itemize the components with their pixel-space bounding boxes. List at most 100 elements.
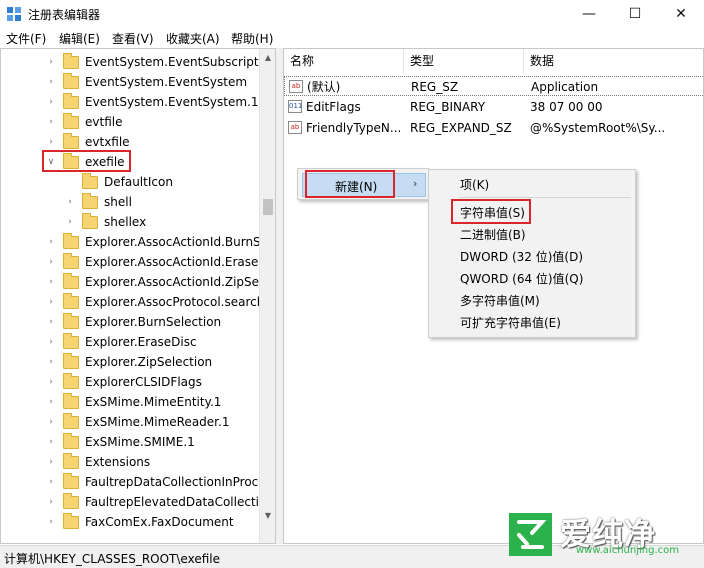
scroll-up-icon[interactable]: ▲ [263, 53, 273, 63]
tree-item-label: ExSMime.MimeEntity.1 [85, 395, 222, 409]
chevron-right-icon[interactable]: › [45, 137, 57, 147]
tree-scrollbar[interactable]: ▲ ▼ [259, 49, 275, 543]
tree-item[interactable]: › EventSystem.EventSystem [45, 72, 247, 92]
column-header-data[interactable]: 数据 [524, 49, 703, 73]
tree-item[interactable]: › Explorer.BurnSelection [45, 312, 221, 332]
tree-item-label: shell [104, 195, 132, 209]
registry-tree[interactable]: › EventSystem.EventSubscriptio › EventSyste… [0, 48, 276, 544]
menu-favorites[interactable]: 收藏夹(A) [166, 30, 220, 47]
tree-item[interactable]: › ExSMime.MimeReader.1 [45, 412, 229, 432]
chevron-right-icon: › [413, 177, 418, 190]
tree-item[interactable]: › EventSystem.EventSubscriptio [45, 52, 269, 72]
submenu-item-key[interactable]: 项(K) [460, 176, 489, 194]
submenu-item-multi-string-value[interactable]: 多字符串值(M) [460, 292, 540, 310]
menu-edit[interactable]: 编辑(E) [59, 30, 100, 47]
folder-icon [63, 352, 79, 369]
tree-item[interactable]: › ExSMime.SMIME.1 [45, 432, 195, 452]
chevron-right-icon[interactable]: › [45, 117, 57, 127]
chevron-right-icon[interactable]: › [45, 497, 57, 507]
folder-icon [63, 272, 79, 289]
value-row[interactable]: ab (默认) REG_SZ Application [284, 76, 703, 96]
value-type: REG_SZ [411, 80, 459, 94]
value-row[interactable]: 011 EditFlags REG_BINARY 38 07 00 00 [284, 97, 703, 117]
chevron-right-icon[interactable]: › [45, 517, 57, 527]
tree-item[interactable]: › evtxfile [45, 132, 130, 152]
tree-item[interactable]: › EventSystem.EventSystem.1 [45, 92, 259, 112]
tree-item[interactable]: › FaultrepDataCollectionInProc [45, 472, 258, 492]
chevron-right-icon[interactable]: › [45, 317, 57, 327]
tree-item[interactable]: › FaxComEx.FaxDocument [45, 512, 234, 532]
scrollbar-thumb[interactable] [263, 199, 273, 215]
highlight-new [305, 170, 395, 198]
tree-item[interactable]: DefaultIcon [64, 172, 173, 192]
tree-item-label: EventSystem.EventSystem [85, 75, 248, 89]
submenu-item-binary-value[interactable]: 二进制值(B) [460, 226, 526, 244]
tree-item[interactable]: › Explorer.ZipSelection [45, 352, 212, 372]
chevron-right-icon[interactable]: › [45, 457, 57, 467]
tree-item[interactable]: › ExSMime.MimeEntity.1 [45, 392, 221, 412]
tree-item[interactable]: › Explorer.AssocActionId.EraseD [45, 252, 268, 272]
value-row[interactable]: ab FriendlyTypeN... REG_EXPAND_SZ @%Syst… [284, 118, 703, 138]
chevron-right-icon[interactable]: › [45, 397, 57, 407]
column-header-type[interactable]: 类型 [404, 49, 524, 73]
close-button[interactable]: ✕ [658, 0, 704, 28]
tree-item-label: EventSystem.EventSubscriptio [85, 55, 270, 69]
value-data: @%SystemRoot%\Sy... [530, 121, 666, 135]
chevron-right-icon[interactable]: › [45, 277, 57, 287]
tree-item[interactable]: › FaultrepElevatedDataCollection [45, 492, 274, 512]
chevron-right-icon[interactable]: › [64, 197, 76, 207]
chevron-right-icon[interactable]: › [45, 337, 57, 347]
submenu-item-expandable-string-value[interactable]: 可扩充字符串值(E) [460, 314, 561, 332]
chevron-right-icon[interactable]: › [45, 257, 57, 267]
tree-item[interactable]: › Extensions [45, 452, 150, 472]
tree-item-label: Explorer.AssocActionId.EraseD [85, 255, 268, 269]
scroll-down-icon[interactable]: ▼ [263, 511, 273, 521]
chevron-right-icon[interactable]: › [45, 297, 57, 307]
tree-item[interactable]: › Explorer.AssocActionId.BurnSe [45, 232, 268, 252]
submenu-item-qword-value[interactable]: QWORD (64 位)值(Q) [460, 270, 583, 288]
menu-separator [459, 197, 631, 198]
chevron-right-icon[interactable]: › [45, 417, 57, 427]
folder-icon [63, 132, 79, 149]
menu-file[interactable]: 文件(F) [6, 30, 46, 47]
chevron-right-icon[interactable]: › [45, 97, 57, 107]
menu-help[interactable]: 帮助(H) [231, 30, 273, 47]
tree-item-label: ExplorerCLSIDFlags [85, 375, 202, 389]
folder-icon [63, 472, 79, 489]
chevron-right-icon[interactable]: › [45, 77, 57, 87]
pane-splitter[interactable] [276, 48, 283, 544]
chevron-right-icon[interactable]: › [45, 437, 57, 447]
tree-item-label: Explorer.BurnSelection [85, 315, 222, 329]
tree-item-label: Explorer.AssocActionId.BurnSe [85, 235, 269, 249]
value-data: 38 07 00 00 [530, 100, 603, 114]
tree-item[interactable]: › shell [64, 192, 132, 212]
watermark-logo-icon [509, 513, 552, 556]
maximize-button[interactable]: ☐ [612, 0, 658, 28]
highlight-string-value [451, 199, 531, 224]
folder-icon [63, 312, 79, 329]
tree-item[interactable]: › Explorer.AssocActionId.ZipSele [45, 272, 270, 292]
folder-icon [63, 372, 79, 389]
chevron-right-icon[interactable]: › [45, 237, 57, 247]
minimize-button[interactable]: — [566, 0, 612, 28]
folder-icon [63, 412, 79, 429]
folder-icon [82, 192, 98, 209]
tree-item-label: FaultrepElevatedDataCollection [85, 495, 274, 509]
regedit-app-icon [7, 7, 21, 21]
column-header-name[interactable]: 名称 [284, 49, 404, 73]
tree-item[interactable]: › ExplorerCLSIDFlags [45, 372, 202, 392]
menu-view[interactable]: 查看(V) [112, 30, 154, 47]
submenu-item-dword-value[interactable]: DWORD (32 位)值(D) [460, 248, 583, 266]
tree-item[interactable]: › Explorer.AssocProtocol.search [45, 292, 264, 312]
tree-item[interactable]: › evtfile [45, 112, 122, 132]
value-type: REG_EXPAND_SZ [410, 121, 512, 135]
menu-bar: 文件(F) 编辑(E) 查看(V) 收藏夹(A) 帮助(H) [0, 28, 704, 48]
chevron-right-icon[interactable]: › [45, 57, 57, 67]
tree-item-label: FaxComEx.FaxDocument [85, 515, 234, 529]
chevron-right-icon[interactable]: › [45, 357, 57, 367]
chevron-right-icon[interactable]: › [45, 477, 57, 487]
tree-item[interactable]: › shellex [64, 212, 146, 232]
chevron-right-icon[interactable]: › [64, 217, 76, 227]
chevron-right-icon[interactable]: › [45, 377, 57, 387]
tree-item[interactable]: › Explorer.EraseDisc [45, 332, 197, 352]
